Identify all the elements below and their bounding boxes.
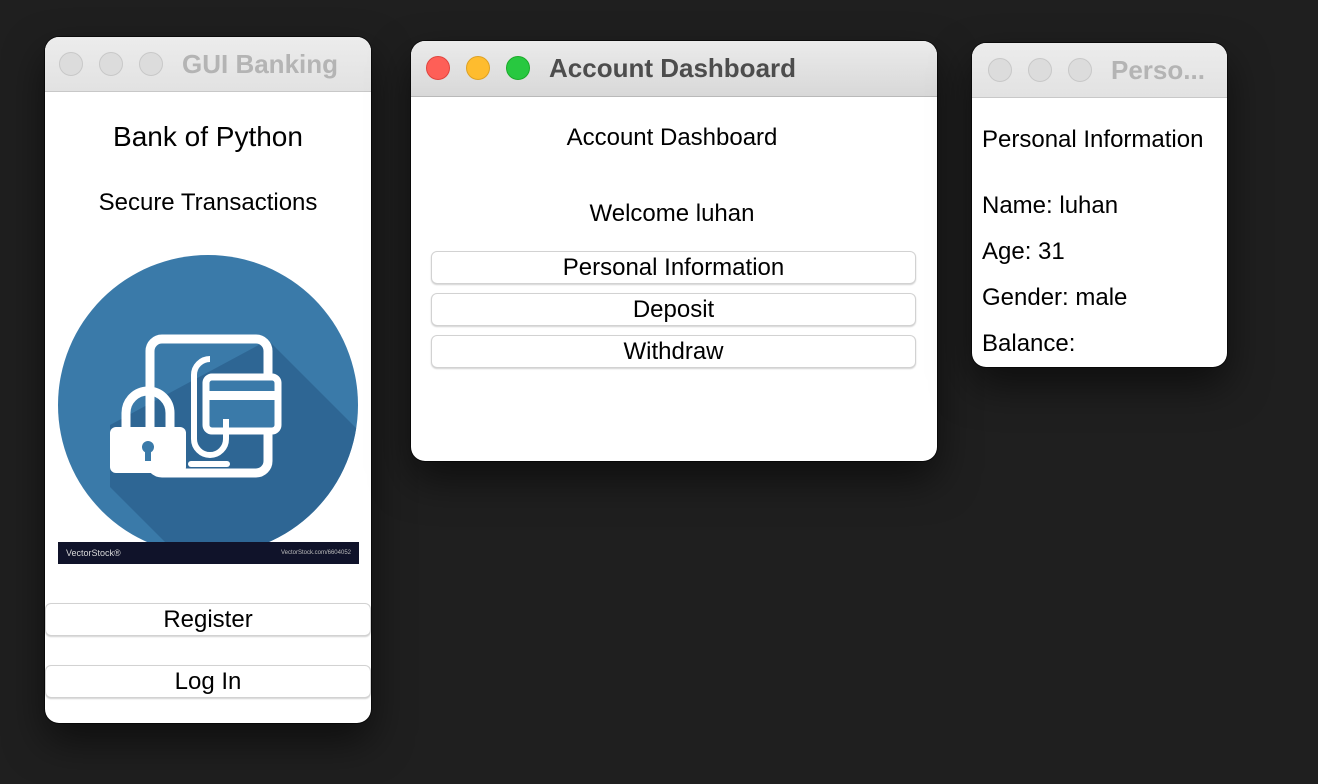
deposit-button[interactable]: Deposit <box>431 293 916 326</box>
minimize-button[interactable] <box>466 56 490 80</box>
window-title: Account Dashboard <box>549 53 797 83</box>
window-title: Perso... <box>1111 55 1205 85</box>
maximize-button[interactable] <box>139 52 163 76</box>
minimize-button[interactable] <box>99 52 123 76</box>
balance-label: Balance: <box>982 330 1076 357</box>
watermark-bar: VectorStock® VectorStock.com/6604052 <box>58 542 359 564</box>
title-bar[interactable]: Account Dashboard <box>411 41 937 97</box>
close-button[interactable] <box>426 56 450 80</box>
minimize-button[interactable] <box>1028 58 1052 82</box>
personal-information-window: Perso... Personal Information Name: luha… <box>972 43 1227 367</box>
age-label: Age: 31 <box>982 238 1065 265</box>
secure-transactions-label: Secure Transactions <box>98 189 318 216</box>
withdraw-button[interactable]: Withdraw <box>431 335 916 368</box>
desktop: GUI Banking Bank of Python Secure Transa… <box>0 0 1318 784</box>
personal-info-heading: Personal Information <box>982 126 1204 153</box>
close-button[interactable] <box>59 52 83 76</box>
window-title: GUI Banking <box>182 49 339 79</box>
personal-information-button[interactable]: Personal Information <box>431 251 916 284</box>
maximize-button[interactable] <box>506 56 530 80</box>
title-bar[interactable]: Perso... <box>972 43 1227 98</box>
maximize-button[interactable] <box>1068 58 1092 82</box>
account-dashboard-window: Account Dashboard Account Dashboard Welc… <box>411 41 937 461</box>
secure-payment-icon <box>58 255 359 564</box>
watermark-url: VectorStock.com/6604052 <box>280 550 351 556</box>
watermark-brand: VectorStock® <box>66 548 121 558</box>
title-bar[interactable]: GUI Banking <box>45 37 371 92</box>
register-button[interactable]: Register <box>45 603 371 636</box>
login-button[interactable]: Log In <box>45 665 371 698</box>
gender-label: Gender: male <box>982 284 1128 311</box>
welcome-label: Welcome luhan <box>589 200 755 227</box>
name-label: Name: luhan <box>982 192 1119 219</box>
close-button[interactable] <box>988 58 1012 82</box>
dashboard-heading: Account Dashboard <box>566 124 778 151</box>
gui-banking-window: GUI Banking Bank of Python Secure Transa… <box>45 37 371 723</box>
bank-name-heading: Bank of Python <box>113 121 303 152</box>
